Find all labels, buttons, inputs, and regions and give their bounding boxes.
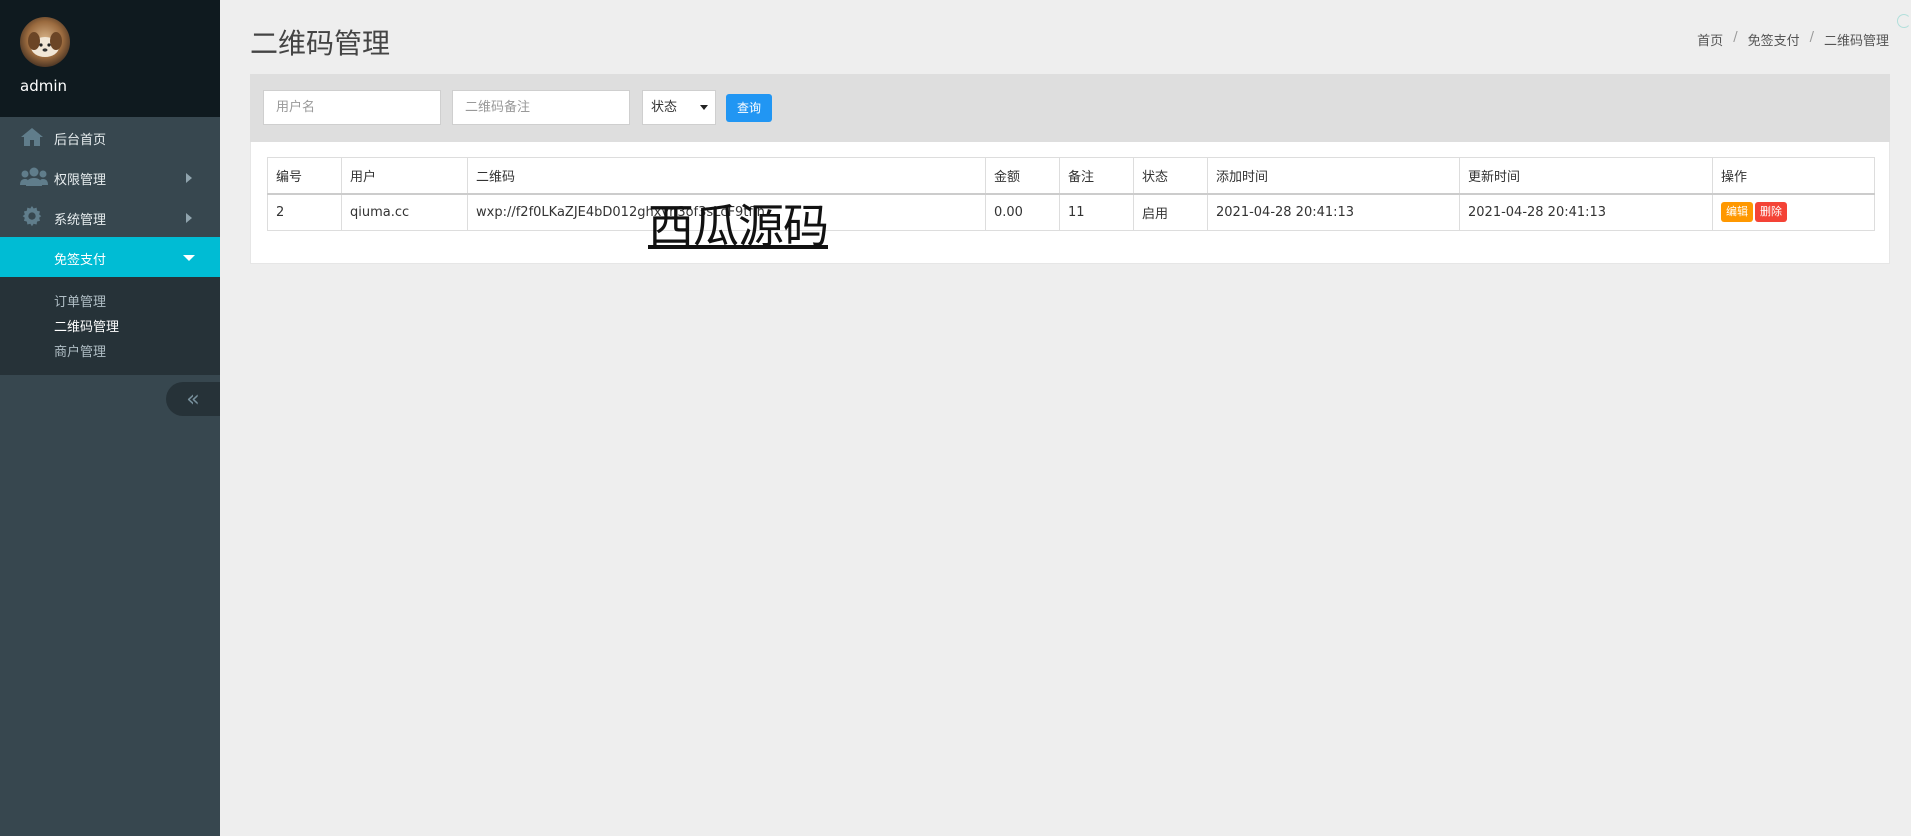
main-content: 二维码管理 首页 / 免签支付 / 二维码管理 用户名 二维码备注 状态 查询 … xyxy=(220,0,1911,836)
cell-status: 启用 xyxy=(1133,193,1208,231)
submenu-item-qrcodes[interactable]: 二维码管理 xyxy=(0,315,220,340)
cell-id: 2 xyxy=(267,193,342,231)
users-icon xyxy=(20,166,48,188)
sidebar-item-system[interactable]: 系统管理 xyxy=(0,197,220,237)
cell-user: qiuma.cc xyxy=(341,193,468,231)
submenu-item-orders[interactable]: 订单管理 xyxy=(0,290,220,315)
watermark-text: 西瓜源码 xyxy=(648,199,829,253)
sidebar-item-payment[interactable]: 免签支付 xyxy=(0,237,220,277)
column-header-created: 添加时间 xyxy=(1207,157,1460,195)
column-header-id: 编号 xyxy=(267,157,342,195)
qrcode-table: 编号 用户 二维码 金额 备注 状态 添加时间 更新时间 操作 2 qiuma.… xyxy=(267,157,1875,231)
submenu-item-merchants[interactable]: 商户管理 xyxy=(0,340,220,365)
chevron-down-icon xyxy=(700,105,708,110)
avatar[interactable] xyxy=(20,17,70,67)
sidebar-item-dashboard[interactable]: 后台首页 xyxy=(0,117,220,157)
user-name: admin xyxy=(20,77,67,95)
breadcrumb-separator: / xyxy=(1733,30,1738,45)
avatar-image xyxy=(20,17,70,67)
edit-button[interactable]: 编辑 xyxy=(1721,202,1753,223)
status-select-value: 状态 xyxy=(651,100,678,115)
column-header-actions: 操作 xyxy=(1712,157,1875,195)
column-header-updated: 更新时间 xyxy=(1459,157,1713,195)
home-icon xyxy=(20,126,44,148)
sidebar-collapse-button[interactable]: « xyxy=(166,382,220,416)
chevron-down-icon xyxy=(183,255,195,261)
table-panel: 编号 用户 二维码 金额 备注 状态 添加时间 更新时间 操作 2 qiuma.… xyxy=(250,142,1890,264)
column-header-qrcode: 二维码 xyxy=(467,157,986,195)
gear-icon xyxy=(20,206,44,228)
table-row: 2 qiuma.cc wxp://f2f0LKaZJE4bD012ghxvn3o… xyxy=(267,193,1875,231)
username-input[interactable]: 用户名 xyxy=(263,90,441,125)
page-title: 二维码管理 xyxy=(250,27,391,60)
query-button[interactable]: 查询 xyxy=(726,94,772,122)
sidebar-submenu: 订单管理 二维码管理 商户管理 xyxy=(0,277,220,375)
breadcrumb-current: 二维码管理 xyxy=(1823,34,1889,49)
search-bar: 用户名 二维码备注 状态 查询 xyxy=(250,74,1890,142)
qrcode-remark-input[interactable]: 二维码备注 xyxy=(452,90,630,125)
sidebar: admin 后台首页 权限管理 系统管理 免签支付 订单管理 二维码管理 商户管… xyxy=(0,0,220,836)
column-header-amount: 金额 xyxy=(985,157,1060,195)
breadcrumb-separator: / xyxy=(1809,30,1814,45)
cell-updated: 2021-04-28 20:41:13 xyxy=(1459,193,1713,231)
breadcrumb-payment[interactable]: 免签支付 xyxy=(1748,30,1800,49)
table-header-row: 编号 用户 二维码 金额 备注 状态 添加时间 更新时间 操作 xyxy=(267,157,1875,195)
sidebar-item-permissions[interactable]: 权限管理 xyxy=(0,157,220,197)
cell-created: 2021-04-28 20:41:13 xyxy=(1207,193,1460,231)
chevron-right-icon xyxy=(186,173,192,183)
sidebar-item-label: 免签支付 xyxy=(54,253,107,268)
breadcrumb: 首页 / 免签支付 / 二维码管理 xyxy=(1697,30,1889,49)
cell-remark: 11 xyxy=(1059,193,1134,231)
column-header-status: 状态 xyxy=(1133,157,1208,195)
column-header-remark: 备注 xyxy=(1059,157,1134,195)
sidebar-item-label: 权限管理 xyxy=(54,173,107,188)
status-select[interactable]: 状态 xyxy=(642,90,716,125)
loading-ring-icon xyxy=(1897,14,1911,28)
sidebar-item-label: 后台首页 xyxy=(54,133,107,148)
chevron-right-icon xyxy=(186,213,192,223)
breadcrumb-home[interactable]: 首页 xyxy=(1697,30,1723,49)
sidebar-nav: 后台首页 权限管理 系统管理 免签支付 xyxy=(0,117,220,277)
column-header-user: 用户 xyxy=(341,157,468,195)
cell-actions: 编辑 删除 xyxy=(1712,193,1875,231)
delete-button[interactable]: 删除 xyxy=(1755,202,1787,223)
double-chevron-left-icon: « xyxy=(186,386,200,412)
sidebar-item-label: 系统管理 xyxy=(54,213,107,228)
user-panel: admin xyxy=(0,0,220,117)
cell-amount: 0.00 xyxy=(985,193,1060,231)
